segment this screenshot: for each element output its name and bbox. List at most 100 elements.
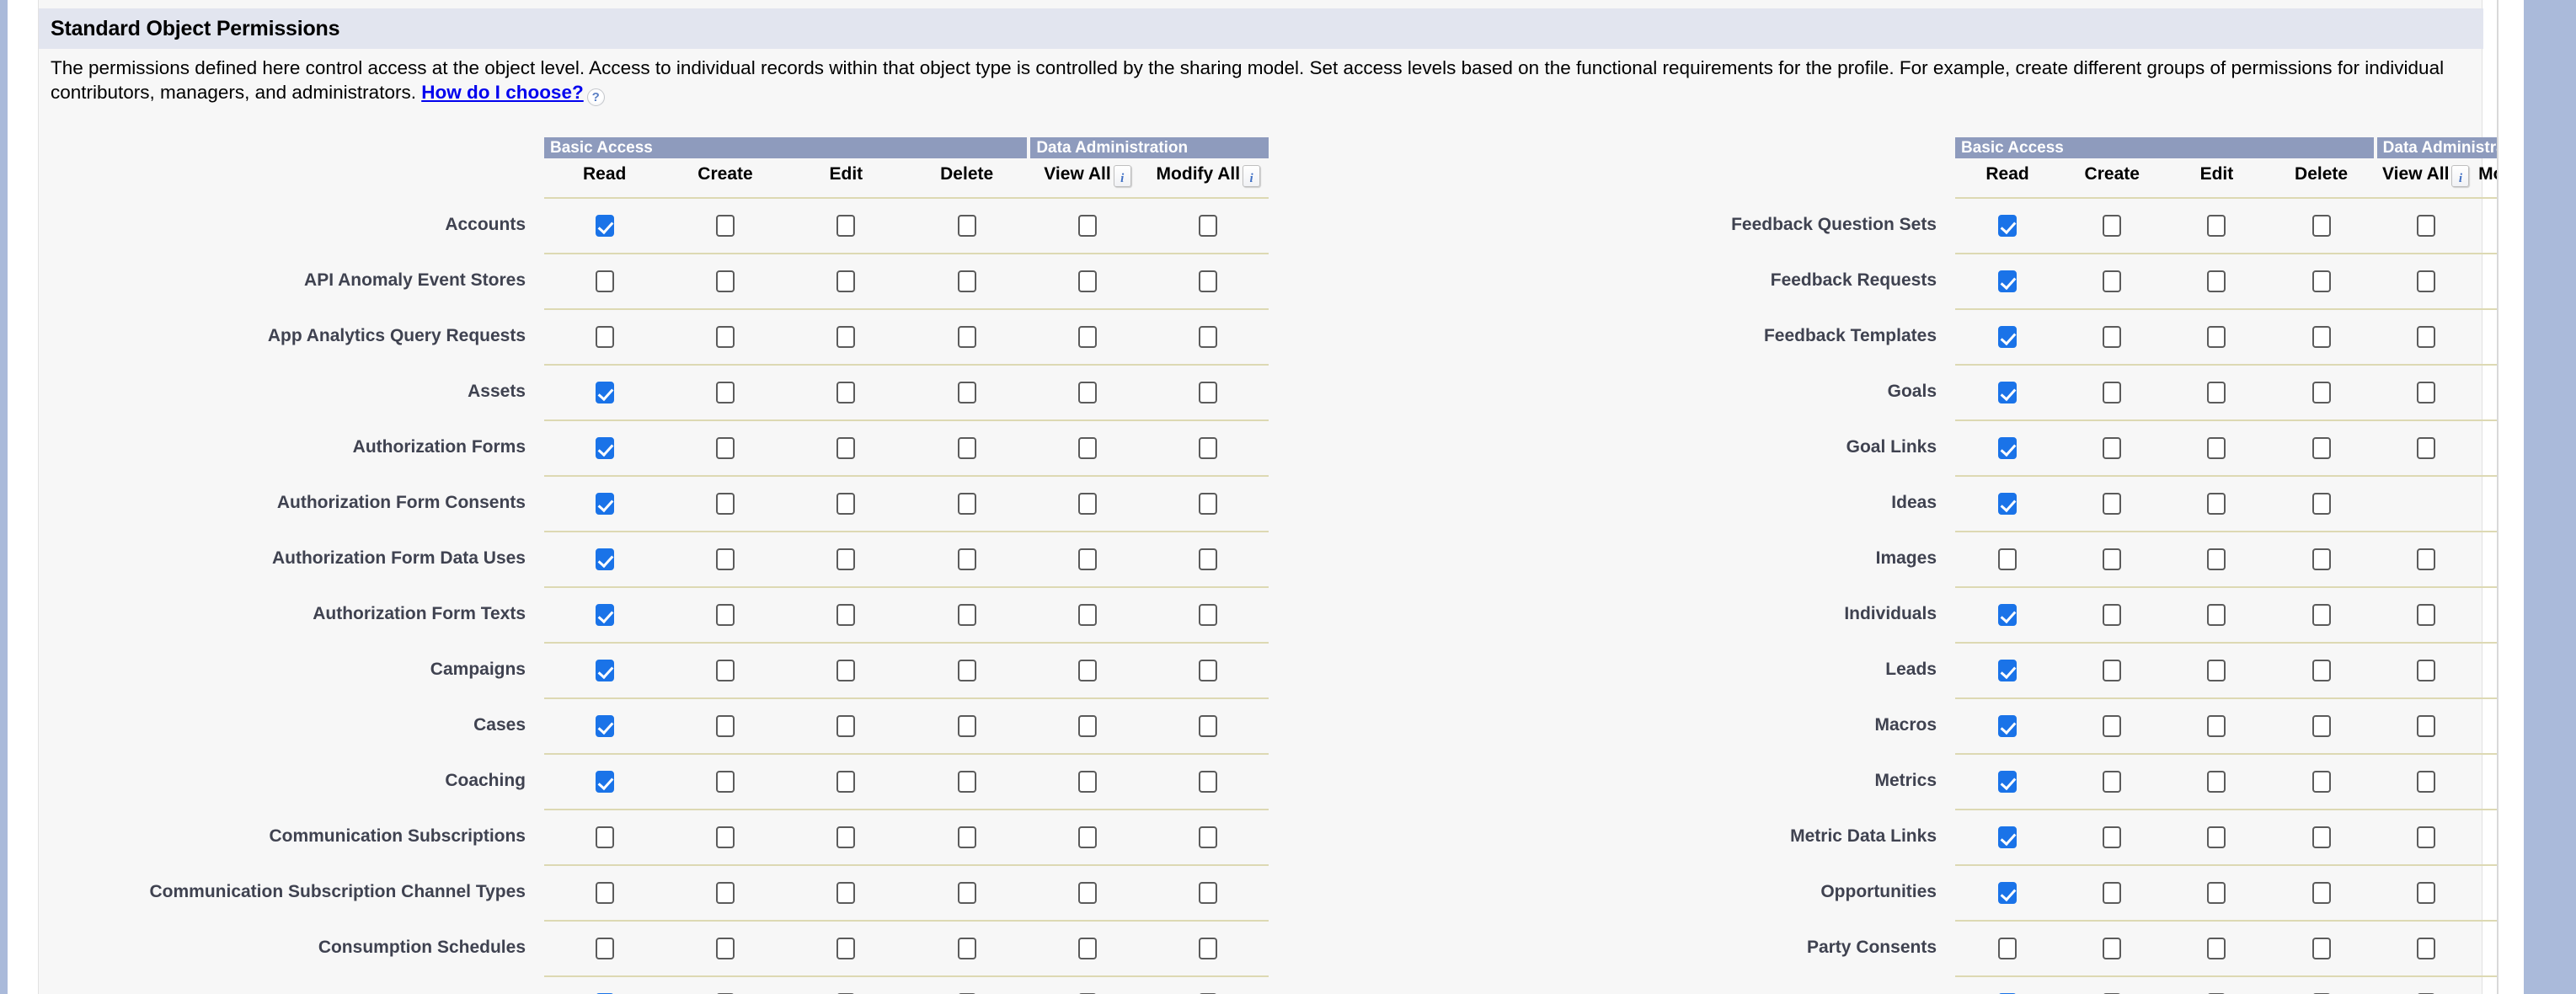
checkbox-feedback-templates-view-all[interactable] xyxy=(2416,326,2435,348)
info-icon[interactable]: i xyxy=(1243,165,1261,187)
checkbox-communication-subscriptions-view-all[interactable] xyxy=(1077,826,1097,848)
checkbox-authorization-form-texts-read[interactable] xyxy=(595,604,614,626)
checkbox-accounts-view-all[interactable] xyxy=(1077,215,1097,237)
checkbox-coaching-read[interactable] xyxy=(595,771,614,793)
checkbox-opportunities-edit[interactable] xyxy=(2207,882,2226,904)
checkbox-metric-data-links-delete[interactable] xyxy=(2311,826,2331,848)
checkbox-cases-view-all[interactable] xyxy=(1077,715,1097,737)
checkbox-feedback-templates-edit[interactable] xyxy=(2207,326,2226,348)
checkbox-communication-subscription-channel-types-create[interactable] xyxy=(715,882,735,904)
checkbox-authorization-form-data-uses-create[interactable] xyxy=(715,548,735,570)
checkbox-authorization-form-data-uses-read[interactable] xyxy=(595,548,614,570)
checkbox-authorization-form-data-uses-delete[interactable] xyxy=(957,548,976,570)
checkbox-coaching-edit[interactable] xyxy=(836,771,856,793)
checkbox-communication-subscriptions-modify-all[interactable] xyxy=(1199,826,1218,848)
checkbox-individuals-read[interactable] xyxy=(1998,604,2018,626)
checkbox-app-analytics-query-requests-modify-all[interactable] xyxy=(1199,326,1218,348)
checkbox-goal-links-create[interactable] xyxy=(2103,437,2122,459)
checkbox-authorization-forms-view-all[interactable] xyxy=(1077,437,1097,459)
checkbox-authorization-form-texts-delete[interactable] xyxy=(957,604,976,626)
checkbox-party-consents-delete[interactable] xyxy=(2311,938,2331,959)
checkbox-communication-subscriptions-edit[interactable] xyxy=(836,826,856,848)
checkbox-cases-edit[interactable] xyxy=(836,715,856,737)
checkbox-api-anomaly-event-stores-read[interactable] xyxy=(595,270,614,292)
checkbox-goal-links-read[interactable] xyxy=(1998,437,2018,459)
checkbox-accounts-delete[interactable] xyxy=(957,215,976,237)
checkbox-goals-view-all[interactable] xyxy=(2416,382,2435,403)
checkbox-campaigns-edit[interactable] xyxy=(836,660,856,681)
checkbox-images-create[interactable] xyxy=(2103,548,2122,570)
checkbox-coaching-modify-all[interactable] xyxy=(1199,771,1218,793)
checkbox-assets-delete[interactable] xyxy=(957,382,976,403)
checkbox-metric-data-links-read[interactable] xyxy=(1998,826,2018,848)
checkbox-coaching-view-all[interactable] xyxy=(1077,771,1097,793)
checkbox-communication-subscription-channel-types-modify-all[interactable] xyxy=(1199,882,1218,904)
checkbox-goals-edit[interactable] xyxy=(2207,382,2226,403)
checkbox-feedback-question-sets-edit[interactable] xyxy=(2207,215,2226,237)
checkbox-consumption-schedules-view-all[interactable] xyxy=(1077,938,1097,959)
checkbox-assets-modify-all[interactable] xyxy=(1199,382,1218,403)
checkbox-consumption-schedules-read[interactable] xyxy=(595,938,614,959)
question-mark-icon[interactable]: ? xyxy=(586,88,605,106)
checkbox-feedback-question-sets-view-all[interactable] xyxy=(2416,215,2435,237)
checkbox-assets-create[interactable] xyxy=(715,382,735,403)
checkbox-assets-read[interactable] xyxy=(595,382,614,403)
checkbox-campaigns-modify-all[interactable] xyxy=(1199,660,1218,681)
checkbox-feedback-requests-read[interactable] xyxy=(1998,270,2018,292)
checkbox-cases-create[interactable] xyxy=(715,715,735,737)
checkbox-individuals-create[interactable] xyxy=(2103,604,2122,626)
checkbox-feedback-requests-delete[interactable] xyxy=(2311,270,2331,292)
checkbox-communication-subscription-channel-types-read[interactable] xyxy=(595,882,614,904)
checkbox-authorization-form-consents-create[interactable] xyxy=(715,493,735,515)
checkbox-macros-delete[interactable] xyxy=(2311,715,2331,737)
checkbox-communication-subscriptions-read[interactable] xyxy=(595,826,614,848)
checkbox-communication-subscription-channel-types-edit[interactable] xyxy=(836,882,856,904)
checkbox-accounts-read[interactable] xyxy=(595,215,614,237)
checkbox-app-analytics-query-requests-edit[interactable] xyxy=(836,326,856,348)
checkbox-opportunities-delete[interactable] xyxy=(2311,882,2331,904)
checkbox-party-consents-create[interactable] xyxy=(2103,938,2122,959)
checkbox-macros-edit[interactable] xyxy=(2207,715,2226,737)
checkbox-authorization-forms-create[interactable] xyxy=(715,437,735,459)
checkbox-images-view-all[interactable] xyxy=(2416,548,2435,570)
checkbox-communication-subscription-channel-types-delete[interactable] xyxy=(957,882,976,904)
checkbox-metric-data-links-create[interactable] xyxy=(2103,826,2122,848)
checkbox-api-anomaly-event-stores-modify-all[interactable] xyxy=(1199,270,1218,292)
checkbox-api-anomaly-event-stores-create[interactable] xyxy=(715,270,735,292)
checkbox-authorization-form-consents-read[interactable] xyxy=(595,493,614,515)
checkbox-leads-view-all[interactable] xyxy=(2416,660,2435,681)
checkbox-campaigns-view-all[interactable] xyxy=(1077,660,1097,681)
checkbox-feedback-requests-create[interactable] xyxy=(2103,270,2122,292)
checkbox-authorization-form-texts-edit[interactable] xyxy=(836,604,856,626)
checkbox-campaigns-create[interactable] xyxy=(715,660,735,681)
checkbox-macros-read[interactable] xyxy=(1998,715,2018,737)
checkbox-consumption-schedules-modify-all[interactable] xyxy=(1199,938,1218,959)
checkbox-goals-delete[interactable] xyxy=(2311,382,2331,403)
checkbox-goals-read[interactable] xyxy=(1998,382,2018,403)
checkbox-images-edit[interactable] xyxy=(2207,548,2226,570)
checkbox-metrics-create[interactable] xyxy=(2103,771,2122,793)
checkbox-goals-create[interactable] xyxy=(2103,382,2122,403)
checkbox-communication-subscription-channel-types-view-all[interactable] xyxy=(1077,882,1097,904)
checkbox-opportunities-create[interactable] xyxy=(2103,882,2122,904)
checkbox-authorization-forms-delete[interactable] xyxy=(957,437,976,459)
checkbox-feedback-requests-view-all[interactable] xyxy=(2416,270,2435,292)
checkbox-assets-edit[interactable] xyxy=(836,382,856,403)
checkbox-party-consents-read[interactable] xyxy=(1998,938,2018,959)
checkbox-consumption-schedules-create[interactable] xyxy=(715,938,735,959)
checkbox-goal-links-delete[interactable] xyxy=(2311,437,2331,459)
checkbox-communication-subscriptions-delete[interactable] xyxy=(957,826,976,848)
checkbox-authorization-forms-edit[interactable] xyxy=(836,437,856,459)
checkbox-authorization-forms-read[interactable] xyxy=(595,437,614,459)
checkbox-metrics-read[interactable] xyxy=(1998,771,2018,793)
checkbox-api-anomaly-event-stores-delete[interactable] xyxy=(957,270,976,292)
how-do-i-choose-link[interactable]: How do I choose? xyxy=(421,82,584,103)
checkbox-app-analytics-query-requests-view-all[interactable] xyxy=(1077,326,1097,348)
checkbox-feedback-question-sets-read[interactable] xyxy=(1998,215,2018,237)
checkbox-macros-view-all[interactable] xyxy=(2416,715,2435,737)
checkbox-accounts-create[interactable] xyxy=(715,215,735,237)
checkbox-images-delete[interactable] xyxy=(2311,548,2331,570)
checkbox-leads-read[interactable] xyxy=(1998,660,2018,681)
checkbox-metrics-edit[interactable] xyxy=(2207,771,2226,793)
checkbox-assets-view-all[interactable] xyxy=(1077,382,1097,403)
